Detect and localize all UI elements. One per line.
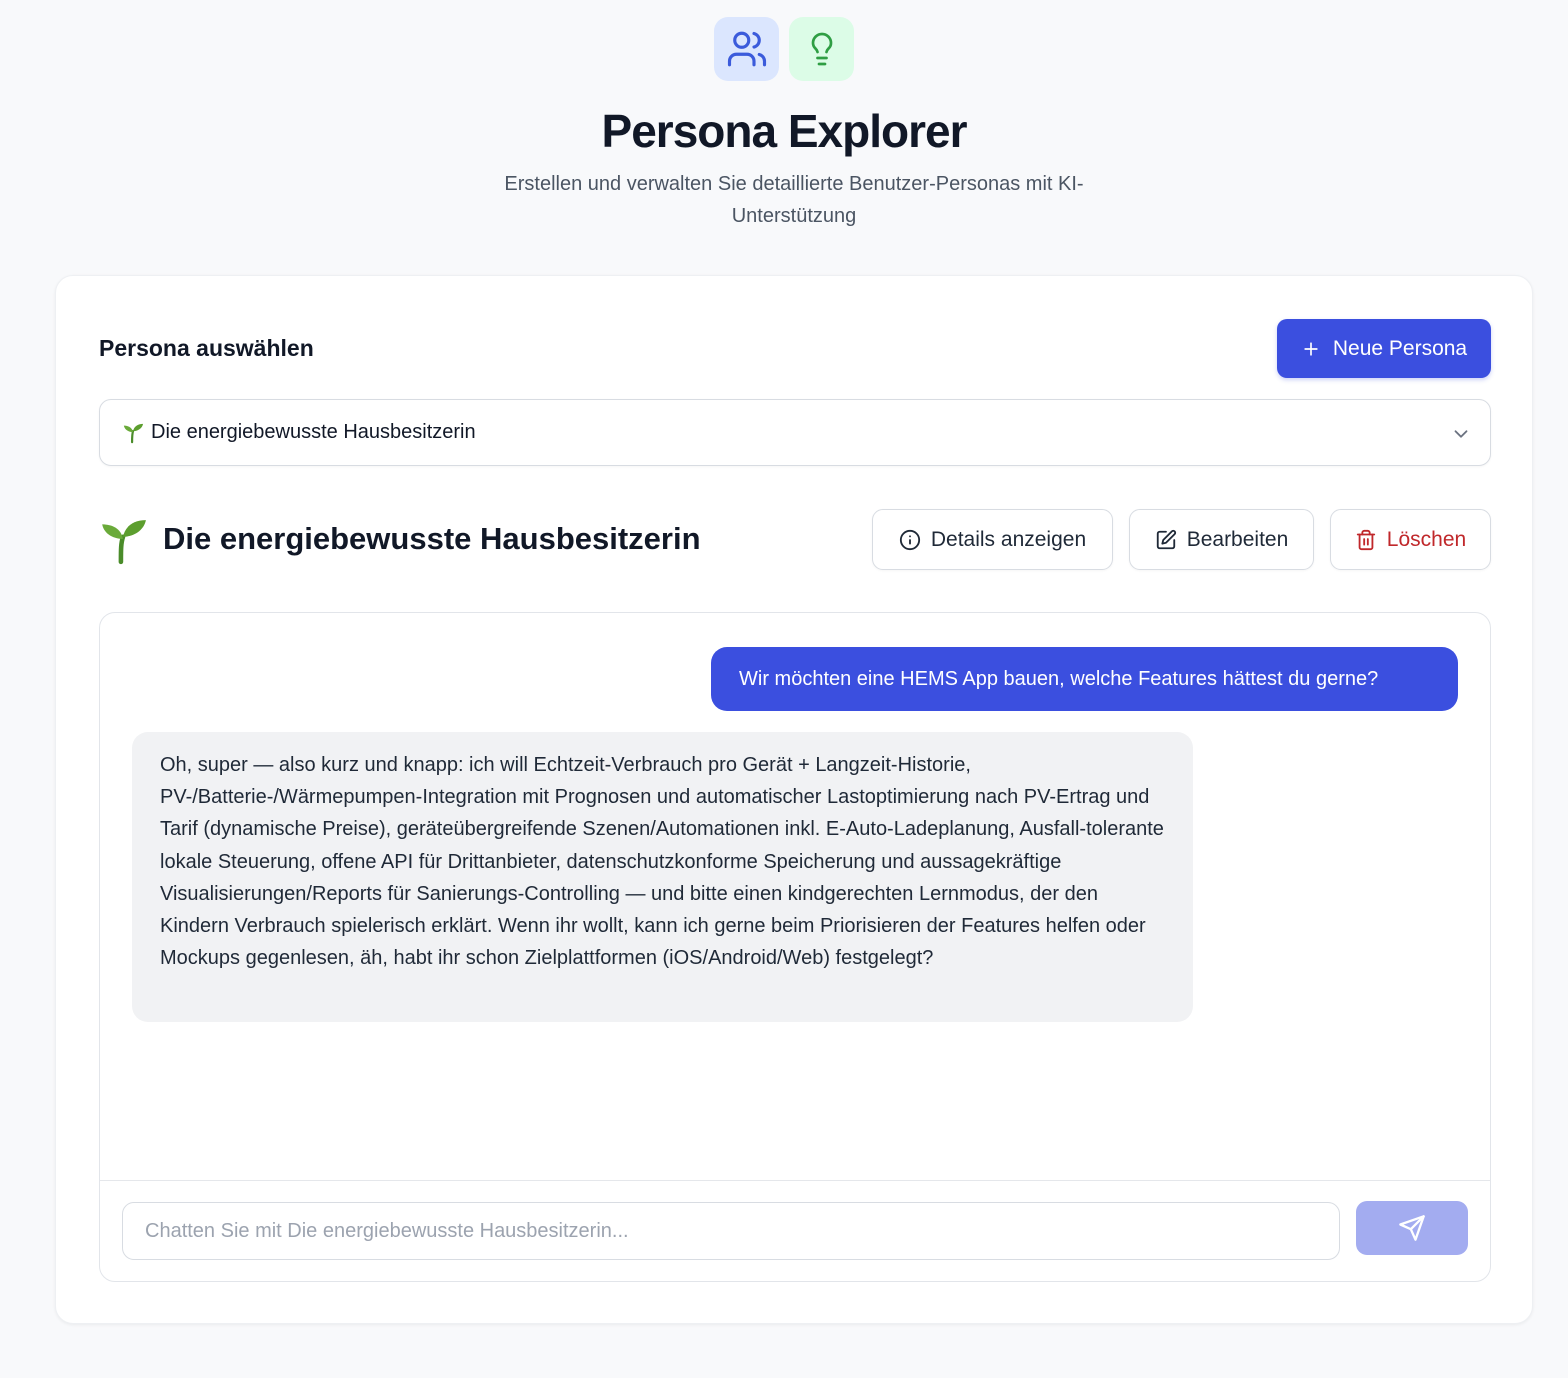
persona-name: Die energiebewusste Hausbesitzerin <box>163 521 701 556</box>
edit-icon <box>1156 529 1176 549</box>
user-message: Wir möchten eine HEMS App bauen, welche … <box>711 647 1458 711</box>
new-persona-button-label: Neue Persona <box>1332 336 1468 360</box>
details-button-label: Details anzeigen <box>930 527 1087 551</box>
chat-input[interactable] <box>122 1202 1340 1260</box>
assistant-message: Oh, super — also kurz und knapp: ich wil… <box>132 732 1193 1022</box>
delete-button-label: Löschen <box>1386 527 1467 551</box>
trash-icon <box>1356 529 1375 550</box>
delete-button[interactable]: Löschen <box>1330 509 1491 570</box>
users-icon <box>714 17 779 81</box>
chevron-down-icon <box>1454 430 1468 438</box>
send-button[interactable] <box>1356 1201 1468 1255</box>
header-icons <box>0 17 1568 81</box>
details-button[interactable]: Details anzeigen <box>872 509 1113 570</box>
sprout-icon <box>121 422 145 444</box>
persona-select-label: Persona auswählen <box>99 335 314 361</box>
send-icon <box>1399 1215 1425 1241</box>
page-subtitle: Erstellen und verwalten Sie detaillierte… <box>504 173 1084 227</box>
new-persona-button[interactable]: Neue Persona <box>1277 319 1491 378</box>
persona-explorer-page: Persona Explorer Erstellen und verwalten… <box>0 0 1568 1378</box>
edit-button[interactable]: Bearbeiten <box>1129 509 1314 570</box>
chat-panel: Wir möchten eine HEMS App bauen, welche … <box>99 612 1491 1282</box>
persona-select-value: Die energiebewusste Hausbesitzerin <box>151 421 476 443</box>
info-icon <box>899 529 920 550</box>
persona-select[interactable]: Die energiebewusste Hausbesitzerin <box>99 399 1491 466</box>
sprout-icon <box>97 516 149 571</box>
edit-button-label: Bearbeiten <box>1186 527 1289 551</box>
lightbulb-icon <box>789 17 854 81</box>
page-title: Persona Explorer <box>601 105 968 157</box>
persona-card: Persona auswählen Neue Persona Die energ… <box>55 275 1533 1324</box>
chat-divider <box>100 1180 1490 1181</box>
plus-icon <box>1304 341 1318 356</box>
